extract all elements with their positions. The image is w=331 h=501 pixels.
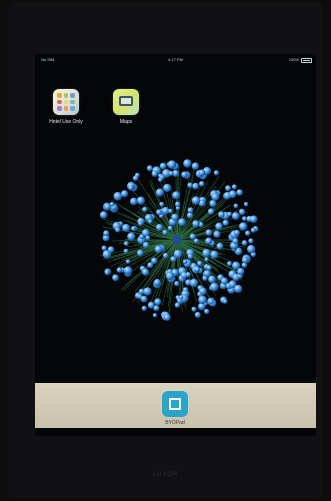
- app-label: BYOPad: [165, 420, 185, 426]
- device-brand: LUXOR: [152, 472, 179, 478]
- home-screen: No SIM 4:17 PM 100% Hotel Use Only Maps: [35, 54, 316, 436]
- app-byopad[interactable]: BYOPad: [155, 391, 195, 426]
- tablet-device: No SIM 4:17 PM 100% Hotel Use Only Maps: [8, 2, 323, 499]
- page-indicator[interactable]: [35, 375, 316, 388]
- square-app-icon: [162, 391, 188, 417]
- dock: BYOPad: [35, 383, 316, 428]
